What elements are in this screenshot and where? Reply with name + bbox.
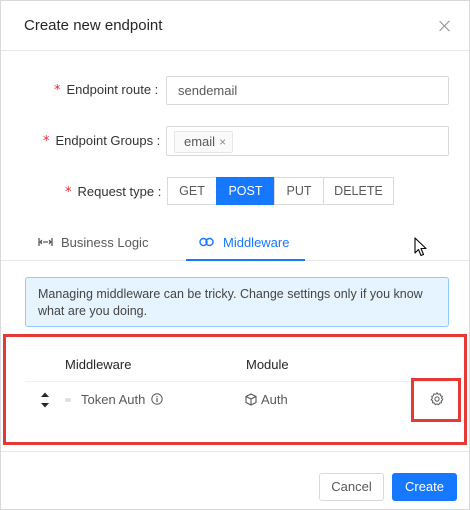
- request-type-label: * Request type :: [65, 184, 162, 200]
- dialog-header: Create new endpoint: [1, 1, 469, 51]
- endpoint-route-value: sendemail: [178, 83, 238, 98]
- footer-divider: [1, 451, 469, 452]
- endpoint-route-label: * Endpoint route :: [54, 82, 159, 98]
- tab-middleware-label: Middleware: [223, 235, 290, 250]
- create-button[interactable]: Create: [392, 473, 457, 501]
- request-type-delete[interactable]: DELETE: [323, 177, 394, 205]
- highlight-box-middleware-table: [3, 334, 467, 445]
- tab-business-logic[interactable]: Business Logic: [38, 233, 148, 261]
- link-icon: [199, 237, 214, 247]
- request-type-post[interactable]: POST: [216, 177, 275, 205]
- request-type-get[interactable]: GET: [167, 177, 217, 205]
- alert-text: Managing middleware can be tricky. Chang…: [38, 287, 423, 318]
- tab-business-logic-label: Business Logic: [61, 235, 149, 250]
- cancel-button[interactable]: Cancel: [319, 473, 384, 501]
- middleware-warning-alert: Managing middleware can be tricky. Chang…: [25, 277, 449, 327]
- mouse-cursor-icon: [414, 237, 427, 257]
- create-endpoint-dialog: Create new endpoint * Endpoint route : se…: [0, 0, 470, 510]
- tab-middleware[interactable]: Middleware: [199, 233, 289, 261]
- required-mark: *: [65, 185, 72, 200]
- group-tag-email: email ×: [174, 131, 234, 153]
- dialog-title: Create new endpoint: [24, 17, 163, 34]
- tab-active-indicator: [186, 259, 305, 261]
- endpoint-route-input[interactable]: sendemail: [166, 76, 449, 105]
- close-icon[interactable]: [437, 18, 453, 34]
- endpoint-groups-select[interactable]: email ×: [166, 126, 449, 156]
- required-mark: *: [54, 83, 61, 98]
- endpoint-groups-label: * Endpoint Groups :: [43, 133, 161, 149]
- highlight-box-settings: [411, 378, 461, 422]
- request-type-put[interactable]: PUT: [274, 177, 324, 205]
- code-icon: [38, 238, 53, 246]
- required-mark: *: [43, 134, 50, 149]
- tag-remove-icon[interactable]: ×: [219, 135, 226, 149]
